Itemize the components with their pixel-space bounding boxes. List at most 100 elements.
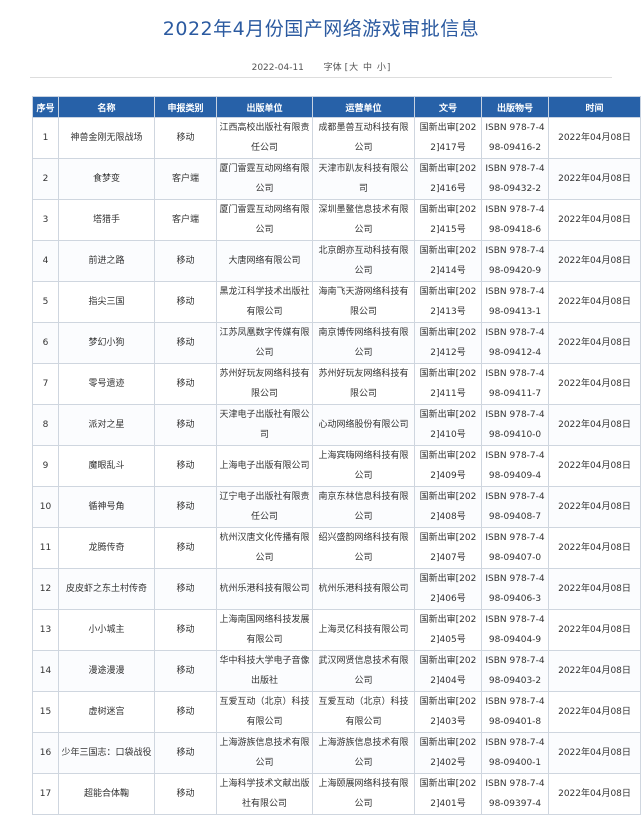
font-size-label: 字体 — [323, 63, 342, 73]
cell-isbn: ISBN 978-7-498-09400-1 — [481, 732, 549, 774]
cell-date: 2022年04月08日 — [548, 445, 641, 487]
cell-publisher: 上海游族信息技术有限公司 — [216, 732, 313, 774]
cell-category: 移动 — [154, 445, 217, 487]
cell-doc-number: 国新出审[2022]412号 — [414, 322, 482, 364]
cell-doc-number: 国新出审[2022]410号 — [414, 404, 482, 446]
cell-operator: 上海颐展网络科技有限公司 — [312, 773, 415, 815]
cell-name: 魔眼乱斗 — [58, 445, 155, 487]
cell-doc-number: 国新出审[2022]414号 — [414, 240, 482, 282]
table-row: 4 前进之路 移动 大唐网络有限公司 北京朗亦互动科技有限公司 国新出审[2022]414… — [32, 240, 641, 282]
table-row: 17 超能合体鞠 移动 上海科学技术文献出版社有限公司 上海颐展网络科技有限公司 国新出审… — [32, 773, 641, 815]
cell-isbn: ISBN 978-7-498-09404-9 — [481, 609, 549, 651]
cell-isbn: ISBN 978-7-498-09412-4 — [481, 322, 549, 364]
cell-publisher: 上海科学技术文献出版社有限公司 — [216, 773, 313, 815]
cell-name: 超能合体鞠 — [58, 773, 155, 815]
cell-publisher: 大唐网络有限公司 — [216, 240, 313, 282]
cell-operator: 海南飞天游网络科技有限公司 — [312, 281, 415, 323]
cell-name: 前进之路 — [58, 240, 155, 282]
cell-date: 2022年04月08日 — [548, 609, 641, 651]
cell-name: 梦幻小狗 — [58, 322, 155, 364]
cell-category: 移动 — [154, 691, 217, 733]
cell-doc-number: 国新出审[2022]411号 — [414, 363, 482, 405]
cell-no: 9 — [32, 445, 59, 487]
table-row: 14 漫途漫漫 移动 华中科技大学电子音像出版社 武汉网贤信息技术有限公司 国新出审[20… — [32, 650, 641, 692]
table-row: 15 虚树迷宫 移动 互爱互动（北京）科技有限公司 互爱互动（北京）科技有限公司 国新出审… — [32, 691, 641, 733]
cell-name: 零号遗迹 — [58, 363, 155, 405]
table-row: 16 少年三国志：口袋战役 移动 上海游族信息技术有限公司 上海游族信息技术有限公司 国新… — [32, 732, 641, 774]
cell-no: 1 — [32, 117, 59, 159]
cell-date: 2022年04月08日 — [548, 404, 641, 446]
cell-publisher: 上海南国网络科技发展有限公司 — [216, 609, 313, 651]
font-size-small-link[interactable]: 小 — [376, 63, 387, 73]
publish-date: 2022-04-11 — [251, 63, 304, 73]
cell-name: 小小城主 — [58, 609, 155, 651]
table-row: 7 零号遗迹 移动 苏州好玩友网络科技有限公司 苏州好玩友网络科技有限公司 国新出审[20… — [32, 363, 641, 405]
table-row: 8 派对之星 移动 天津电子出版社有限公司 心动网络股份有限公司 国新出审[2022]41… — [32, 404, 641, 446]
table-row: 1 神兽金刚无限战场 移动 江西高校出版社有限责任公司 成都墨兽互动科技有限公司 国新出审… — [32, 117, 641, 159]
cell-operator: 成都墨兽互动科技有限公司 — [312, 117, 415, 159]
cell-doc-number: 国新出审[2022]416号 — [414, 158, 482, 200]
cell-category: 移动 — [154, 240, 217, 282]
cell-publisher: 厦门雷霆互动网络有限公司 — [216, 199, 313, 241]
bracket-close: ] — [386, 63, 391, 73]
cell-name: 神兽金刚无限战场 — [58, 117, 155, 159]
article-meta: 2022-04-11 字体 [大 中 小] — [0, 60, 642, 73]
header-no: 序号 — [32, 96, 59, 118]
cell-date: 2022年04月08日 — [548, 650, 641, 692]
cell-doc-number: 国新出审[2022]407号 — [414, 527, 482, 569]
table-row: 10 循神号角 移动 辽宁电子出版社有限责任公司 南京东林信息科技有限公司 国新出审[20… — [32, 486, 641, 528]
cell-name: 塔猎手 — [58, 199, 155, 241]
cell-date: 2022年04月08日 — [548, 568, 641, 610]
cell-isbn: ISBN 978-7-498-09413-1 — [481, 281, 549, 323]
cell-name: 指尖三国 — [58, 281, 155, 323]
table-row: 2 食梦变 客户端 厦门雷霆互动网络有限公司 天津市趴友科技有限公司 国新出审[2022]… — [32, 158, 641, 200]
cell-category: 移动 — [154, 773, 217, 815]
cell-operator: 绍兴盛韵网络科技有限公司 — [312, 527, 415, 569]
cell-name: 循神号角 — [58, 486, 155, 528]
table-row: 6 梦幻小狗 移动 江苏凤凰数字传媒有限公司 南京博传网络科技有限公司 国新出审[2022… — [32, 322, 641, 364]
font-size-large-link[interactable]: 大 — [348, 63, 359, 73]
cell-operator: 南京东林信息科技有限公司 — [312, 486, 415, 528]
cell-no: 10 — [32, 486, 59, 528]
table-row: 3 塔猎手 客户端 厦门雷霆互动网络有限公司 深圳墨鳌信息技术有限公司 国新出审[2022… — [32, 199, 641, 241]
cell-operator: 武汉网贤信息技术有限公司 — [312, 650, 415, 692]
cell-no: 17 — [32, 773, 59, 815]
cell-category: 移动 — [154, 363, 217, 405]
cell-date: 2022年04月08日 — [548, 240, 641, 282]
cell-isbn: ISBN 978-7-498-09408-7 — [481, 486, 549, 528]
cell-category: 客户端 — [154, 158, 217, 200]
cell-publisher: 上海电子出版有限公司 — [216, 445, 313, 487]
cell-isbn: ISBN 978-7-498-09407-0 — [481, 527, 549, 569]
cell-isbn: ISBN 978-7-498-09409-4 — [481, 445, 549, 487]
cell-category: 移动 — [154, 404, 217, 446]
header-publisher: 出版单位 — [216, 96, 313, 118]
cell-name: 皮皮虾之东土村传奇 — [58, 568, 155, 610]
cell-category: 移动 — [154, 527, 217, 569]
cell-isbn: ISBN 978-7-498-09406-3 — [481, 568, 549, 610]
cell-date: 2022年04月08日 — [548, 199, 641, 241]
cell-no: 5 — [32, 281, 59, 323]
cell-doc-number: 国新出审[2022]413号 — [414, 281, 482, 323]
table-row: 5 指尖三国 移动 黑龙江科学技术出版社有限公司 海南飞天游网络科技有限公司 国新出审[2… — [32, 281, 641, 323]
cell-operator: 南京博传网络科技有限公司 — [312, 322, 415, 364]
cell-operator: 上海宾嗨网络科技有限公司 — [312, 445, 415, 487]
cell-operator: 心动网络股份有限公司 — [312, 404, 415, 446]
cell-date: 2022年04月08日 — [548, 322, 641, 364]
cell-no: 11 — [32, 527, 59, 569]
cell-isbn: ISBN 978-7-498-09401-8 — [481, 691, 549, 733]
cell-no: 2 — [32, 158, 59, 200]
cell-date: 2022年04月08日 — [548, 363, 641, 405]
cell-date: 2022年04月08日 — [548, 486, 641, 528]
cell-operator: 天津市趴友科技有限公司 — [312, 158, 415, 200]
cell-date: 2022年04月08日 — [548, 281, 641, 323]
cell-category: 移动 — [154, 322, 217, 364]
cell-isbn: ISBN 978-7-498-09397-4 — [481, 773, 549, 815]
cell-publisher: 杭州乐港科技有限公司 — [216, 568, 313, 610]
cell-operator: 上海游族信息技术有限公司 — [312, 732, 415, 774]
header-category: 申报类别 — [154, 96, 217, 118]
cell-operator: 北京朗亦互动科技有限公司 — [312, 240, 415, 282]
font-size-medium-link[interactable]: 中 — [362, 63, 373, 73]
cell-no: 3 — [32, 199, 59, 241]
cell-date: 2022年04月08日 — [548, 158, 641, 200]
cell-no: 8 — [32, 404, 59, 446]
